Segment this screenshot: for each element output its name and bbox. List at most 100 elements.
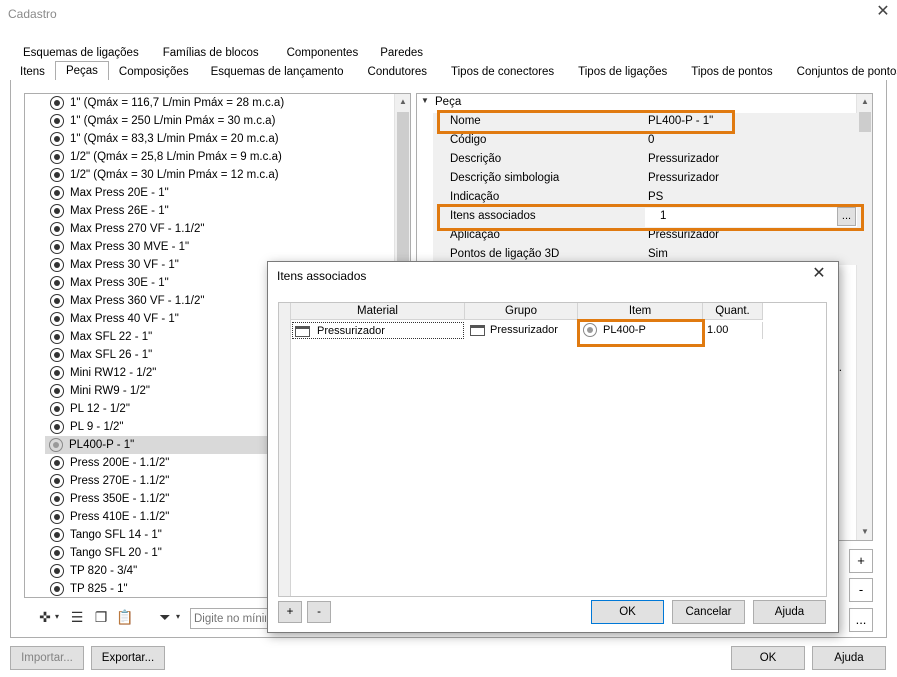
property-value: Pressurizador — [648, 172, 719, 184]
part-label: Press 200E - 1.1/2" — [70, 457, 170, 469]
prop-scroll-thumb[interactable] — [859, 112, 871, 132]
part-label: TP 825 - 1" — [70, 583, 128, 595]
part-label: TP 820 - 3/4" — [70, 565, 138, 577]
part-icon — [50, 420, 64, 434]
dialog-ok-button[interactable]: OK — [591, 600, 664, 624]
scroll-up-icon[interactable]: ▲ — [395, 94, 410, 110]
property-key: Indicação — [450, 191, 500, 203]
part-label: Max Press 26E - 1" — [70, 205, 169, 217]
tab-tipos-de-ligacoes[interactable]: Tipos de ligações — [566, 63, 679, 81]
list-item[interactable]: Max Press 26E - 1" — [46, 202, 386, 220]
tab-componentes[interactable]: Componentes — [269, 44, 369, 62]
tab-conjuntos-de-pontos[interactable]: Conjuntos de pontos — [785, 63, 897, 81]
part-label: Max Press 270 VF - 1.1/2" — [70, 223, 205, 235]
tab-familias-de-blocos[interactable]: Famílias de blocos — [149, 44, 269, 62]
collapse-icon[interactable]: ▼ — [421, 96, 429, 105]
part-label: Max Press 30 MVE - 1" — [70, 241, 190, 253]
export-button[interactable]: Exportar... — [91, 646, 165, 670]
list-item[interactable]: 1/2" (Qmáx = 30 L/min Pmáx = 12 m.c.a) — [46, 166, 386, 184]
import-button[interactable]: Importar... — [10, 646, 84, 670]
paste-icon[interactable]: 📋 — [116, 608, 134, 626]
part-icon — [50, 204, 64, 218]
part-label: Max Press 360 VF - 1.1/2" — [70, 295, 205, 307]
dialog-remove-button[interactable]: - — [307, 601, 331, 623]
ok-button[interactable]: OK — [731, 646, 805, 670]
tab-tipos-de-conectores[interactable]: Tipos de conectores — [439, 63, 566, 81]
column-quant[interactable]: Quant. — [703, 303, 763, 320]
folder-icon — [295, 326, 310, 337]
list-item[interactable]: Max Press 270 VF - 1.1/2" — [46, 220, 386, 238]
part-icon — [50, 258, 64, 272]
cell-material[interactable]: Pressurizador — [292, 322, 464, 339]
list-item[interactable]: 1" (Qmáx = 83,3 L/min Pmáx = 20 m.c.a) — [46, 130, 386, 148]
tab-composicoes[interactable]: Composições — [109, 63, 199, 81]
part-icon — [50, 366, 64, 380]
dialog-help-button[interactable]: Ajuda — [753, 600, 826, 624]
dialog-cancel-button[interactable]: Cancelar — [672, 600, 745, 624]
filter-icon[interactable]: ⏷ — [156, 608, 174, 626]
part-label: 1/2" (Qmáx = 30 L/min Pmáx = 12 m.c.a) — [70, 169, 279, 181]
part-icon — [50, 564, 64, 578]
part-icon — [50, 510, 64, 524]
property-key: Código — [450, 134, 487, 146]
part-icon — [50, 546, 64, 560]
list-item[interactable]: Max Press 30 MVE - 1" — [46, 238, 386, 256]
filter-chevron-icon[interactable]: ▾ — [173, 608, 183, 626]
dialog-close-icon[interactable]: ✕ — [810, 265, 828, 283]
property-row[interactable]: Descrição simbologia Pressurizador — [433, 170, 857, 189]
list-item[interactable]: 1/2" (Qmáx = 25,8 L/min Pmáx = 9 m.c.a) — [46, 148, 386, 166]
prop-scroll-down-icon[interactable]: ▼ — [857, 524, 872, 540]
part-icon — [50, 168, 64, 182]
highlight-itens-associados — [437, 204, 864, 231]
scroll-thumb[interactable] — [397, 112, 409, 282]
part-label: Max Press 30 VF - 1" — [70, 259, 179, 271]
property-value: 0 — [648, 134, 655, 146]
tab-esquemas-de-ligacoes[interactable]: Esquemas de ligações — [10, 44, 149, 62]
part-label: 1" (Qmáx = 83,3 L/min Pmáx = 20 m.c.a) — [70, 133, 279, 145]
property-key: Descrição simbologia — [450, 172, 560, 184]
property-row[interactable]: Código 0 — [433, 132, 857, 151]
tab-paredes[interactable]: Paredes — [368, 44, 433, 62]
part-icon — [50, 582, 64, 596]
tab-esquemas-de-lancamento[interactable]: Esquemas de lançamento — [199, 63, 356, 81]
part-icon — [50, 150, 64, 164]
part-icon — [50, 222, 64, 236]
cell-grupo[interactable]: Pressurizador — [466, 322, 578, 339]
copy-icon[interactable]: ❐ — [92, 608, 110, 626]
dialog-add-button[interactable]: + — [278, 601, 302, 623]
part-label: Press 410E - 1.1/2" — [70, 511, 170, 523]
part-label: 1/2" (Qmáx = 25,8 L/min Pmáx = 9 m.c.a) — [70, 151, 282, 163]
folder-icon — [470, 325, 485, 336]
tab-condutores[interactable]: Condutores — [356, 63, 439, 81]
remove-property-button[interactable]: - — [849, 578, 873, 602]
add-property-button[interactable]: + — [849, 549, 873, 573]
remove-part-icon[interactable]: ☰ — [68, 608, 86, 626]
associated-items-grid[interactable] — [278, 302, 827, 597]
column-grupo[interactable]: Grupo — [465, 303, 578, 320]
tab-itens[interactable]: Itens — [10, 63, 55, 81]
itens-associados-dialog: Itens associados ✕ Material Grupo Item Q… — [267, 261, 839, 633]
tab-tipos-de-pontos[interactable]: Tipos de pontos — [679, 63, 784, 81]
list-item[interactable]: Max Press 20E - 1" — [46, 184, 386, 202]
row-header-column — [279, 303, 291, 596]
prop-scroll-up-icon[interactable]: ▲ — [857, 94, 872, 110]
list-item[interactable]: 1" (Qmáx = 116,7 L/min Pmáx = 28 m.c.a) — [46, 94, 386, 112]
chevron-down-icon[interactable]: ▾ — [52, 608, 62, 626]
part-label: Mini RW12 - 1/2" — [70, 367, 157, 379]
search-input[interactable] — [190, 608, 270, 629]
property-value-cell[interactable] — [645, 132, 857, 151]
part-icon — [50, 384, 64, 398]
cell-quant[interactable]: 1.00 — [705, 322, 763, 339]
part-icon — [50, 294, 64, 308]
part-icon — [50, 132, 64, 146]
more-options-button[interactable]: ... — [849, 608, 873, 632]
list-item[interactable]: 1" (Qmáx = 250 L/min Pmáx = 30 m.c.a) — [46, 112, 386, 130]
property-row[interactable]: Descrição Pressurizador — [433, 151, 857, 170]
tab-pecas[interactable]: Peças — [54, 61, 109, 81]
dialog-title: Itens associados — [277, 269, 367, 283]
column-item[interactable]: Item — [578, 303, 703, 320]
property-grid-scrollbar[interactable]: ▲ ▼ — [856, 94, 872, 540]
close-icon[interactable]: ✕ — [874, 3, 892, 21]
help-button[interactable]: Ajuda — [812, 646, 886, 670]
column-material[interactable]: Material — [291, 303, 465, 320]
